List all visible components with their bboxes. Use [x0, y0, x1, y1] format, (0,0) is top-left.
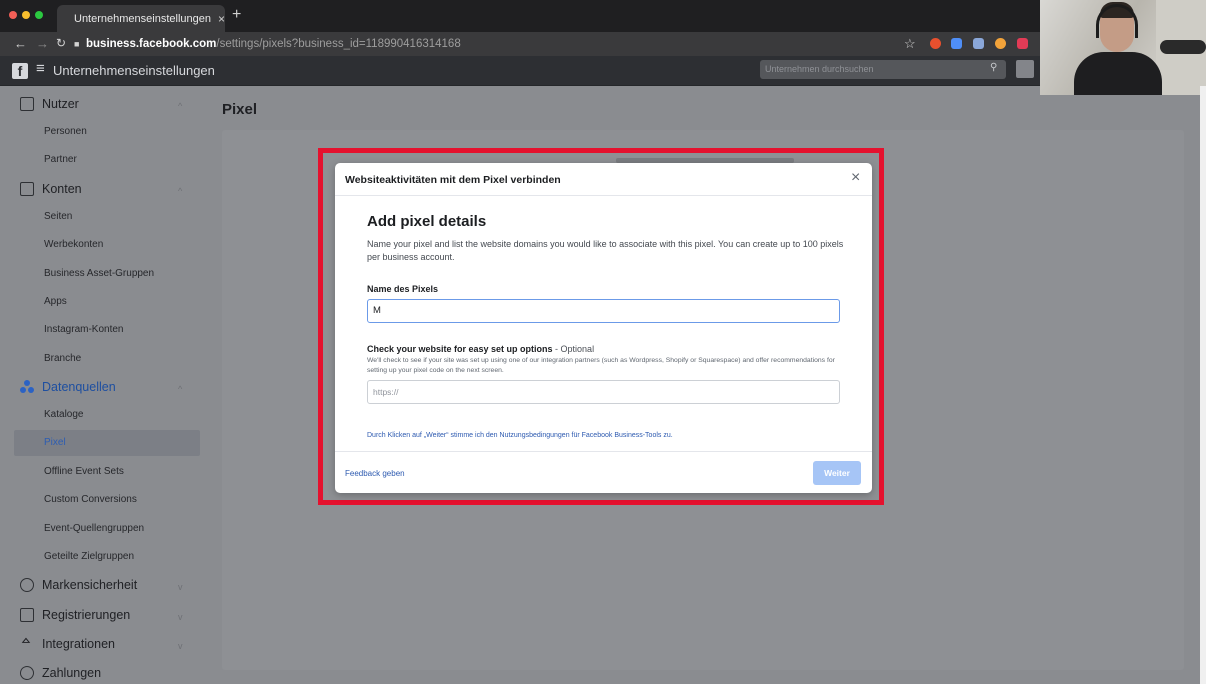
next-button[interactable]: Weiter	[813, 461, 861, 485]
person-body	[1074, 52, 1162, 95]
app-title: Unternehmenseinstellungen	[53, 63, 215, 78]
extension-icon[interactable]	[1017, 38, 1028, 49]
website-check-description: We'll check to see if your site was set …	[367, 357, 835, 374]
reload-icon[interactable]: ↻	[56, 36, 66, 50]
microphone	[1160, 40, 1206, 54]
sidebar-item-apps[interactable]: Apps	[44, 296, 67, 307]
url-text[interactable]: business.facebook.com/settings/pixels?bu…	[86, 38, 461, 50]
lock-icon: ■	[74, 39, 80, 49]
sidebar-item-pixel[interactable]: Pixel	[44, 437, 66, 448]
sidebar-item-geteilte-zielgruppen[interactable]: Geteilte Zielgruppen	[44, 551, 134, 562]
sidebar-section-registrierungen[interactable]: Registrierungen	[20, 608, 130, 622]
feedback-link[interactable]: Feedback geben	[345, 469, 405, 478]
search-icon[interactable]: ⚲	[990, 62, 997, 73]
sidebar-item-werbekonten[interactable]: Werbekonten	[44, 239, 103, 250]
sidebar-section-label: Zahlungen	[42, 666, 102, 680]
sidebar-section-konten[interactable]: Konten	[20, 182, 82, 196]
sidebar-section-label: Integrationen	[42, 637, 115, 651]
pixel-dialog: Websiteaktivitäten mit dem Pixel verbind…	[335, 163, 872, 493]
clipboard-icon	[20, 608, 34, 622]
datasources-icon	[20, 380, 34, 394]
chevron-up-icon[interactable]: ^	[178, 384, 182, 394]
chevron-down-icon[interactable]: v	[178, 612, 183, 622]
close-window-button[interactable]	[9, 11, 17, 19]
sidebar-section-nutzer[interactable]: Nutzer	[20, 97, 79, 111]
sidebar-item-branche[interactable]: Branche	[44, 353, 81, 364]
new-tab-button[interactable]: +	[232, 6, 241, 24]
close-icon[interactable]: ×	[851, 169, 860, 187]
people-icon	[20, 97, 34, 111]
sidebar-section-label: Markensicherheit	[42, 578, 138, 592]
minimize-window-button[interactable]	[22, 11, 30, 19]
chevron-down-icon[interactable]: v	[178, 582, 183, 592]
chevron-up-icon[interactable]: ^	[178, 101, 182, 111]
website-url-input[interactable]: https://	[367, 380, 840, 404]
sidebar-section-integrationen[interactable]: ᅀ Integrationen	[20, 637, 115, 651]
scrollbar[interactable]	[1200, 86, 1206, 684]
dialog-title: Websiteaktivitäten mit dem Pixel verbind…	[345, 174, 561, 186]
extension-icon[interactable]	[995, 38, 1006, 49]
sidebar-section-label: Konten	[42, 182, 82, 196]
website-check-label: Check your website for easy set up optio…	[367, 344, 594, 354]
sidebar-item-instagram-konten[interactable]: Instagram-Konten	[44, 324, 124, 335]
chevron-up-icon[interactable]: ^	[178, 186, 182, 196]
terms-link[interactable]: Durch Klicken auf „Weiter“ stimme ich de…	[367, 432, 673, 439]
sidebar-item-partner[interactable]: Partner	[44, 154, 77, 165]
sidebar-section-label: Registrierungen	[42, 608, 131, 622]
sidebar-item-kataloge[interactable]: Kataloge	[44, 409, 83, 420]
accounts-icon	[20, 182, 34, 196]
website-check-title: Check your website for easy set up optio…	[367, 344, 553, 354]
sidebar-item-personen[interactable]: Personen	[44, 126, 87, 137]
chevron-down-icon[interactable]: v	[178, 641, 183, 651]
sidebar-section-label: Datenquellen	[42, 380, 116, 394]
sidebar-item-offline-event-sets[interactable]: Offline Event Sets	[44, 466, 124, 477]
optional-tag: - Optional	[552, 344, 595, 354]
forward-icon[interactable]: →	[36, 36, 49, 51]
extension-icon[interactable]	[930, 38, 941, 49]
sidebar-section-label: Nutzer	[42, 97, 79, 111]
menu-icon[interactable]: ≡	[36, 60, 45, 77]
shield-icon	[20, 578, 34, 592]
dialog-description: Name your pixel and list the website dom…	[367, 239, 844, 262]
integrations-icon: ᅀ	[20, 636, 32, 651]
sidebar-item-custom-conversions[interactable]: Custom Conversions	[44, 494, 137, 505]
sidebar-item-event-quellengruppen[interactable]: Event-Quellengruppen	[44, 523, 144, 534]
webcam-overlay	[1040, 0, 1206, 95]
sidebar-item-seiten[interactable]: Seiten	[44, 211, 72, 222]
sidebar-active-highlight	[14, 430, 200, 456]
payments-icon	[17, 663, 37, 683]
avatar[interactable]	[1016, 60, 1034, 78]
sidebar-item-business-asset-gruppen[interactable]: Business Asset-Gruppen	[44, 268, 154, 279]
pixel-name-input[interactable]: M	[367, 299, 840, 323]
sidebar-section-markensicherheit[interactable]: Markensicherheit	[20, 578, 137, 592]
business-search-input[interactable]: Unternehmen durchsuchen	[760, 60, 1006, 79]
sidebar-section-zahlungen[interactable]: Zahlungen	[17, 663, 102, 683]
pixel-name-label: Name des Pixels	[367, 284, 439, 294]
dialog-footer-divider	[335, 451, 872, 452]
headphones	[1096, 4, 1138, 38]
browser-tab[interactable]: Unternehmenseinstellungen ×	[57, 5, 225, 32]
back-icon[interactable]: ←	[14, 36, 27, 51]
dialog-heading: Add pixel details	[367, 213, 487, 230]
maximize-window-button[interactable]	[35, 11, 43, 19]
facebook-logo-icon[interactable]: f	[12, 63, 28, 79]
tab-title: Unternehmenseinstellungen	[74, 12, 211, 25]
star-icon[interactable]: ☆	[904, 36, 916, 52]
extension-icon[interactable]	[973, 38, 984, 49]
tab-close-icon[interactable]: ×	[218, 12, 225, 26]
url-path: /settings/pixels?business_id=11899041631…	[216, 38, 461, 50]
url-host: business.facebook.com	[86, 38, 217, 50]
extension-icon[interactable]	[951, 38, 962, 49]
page-title: Pixel	[222, 101, 258, 118]
sidebar-section-datenquellen[interactable]: Datenquellen	[20, 380, 116, 394]
